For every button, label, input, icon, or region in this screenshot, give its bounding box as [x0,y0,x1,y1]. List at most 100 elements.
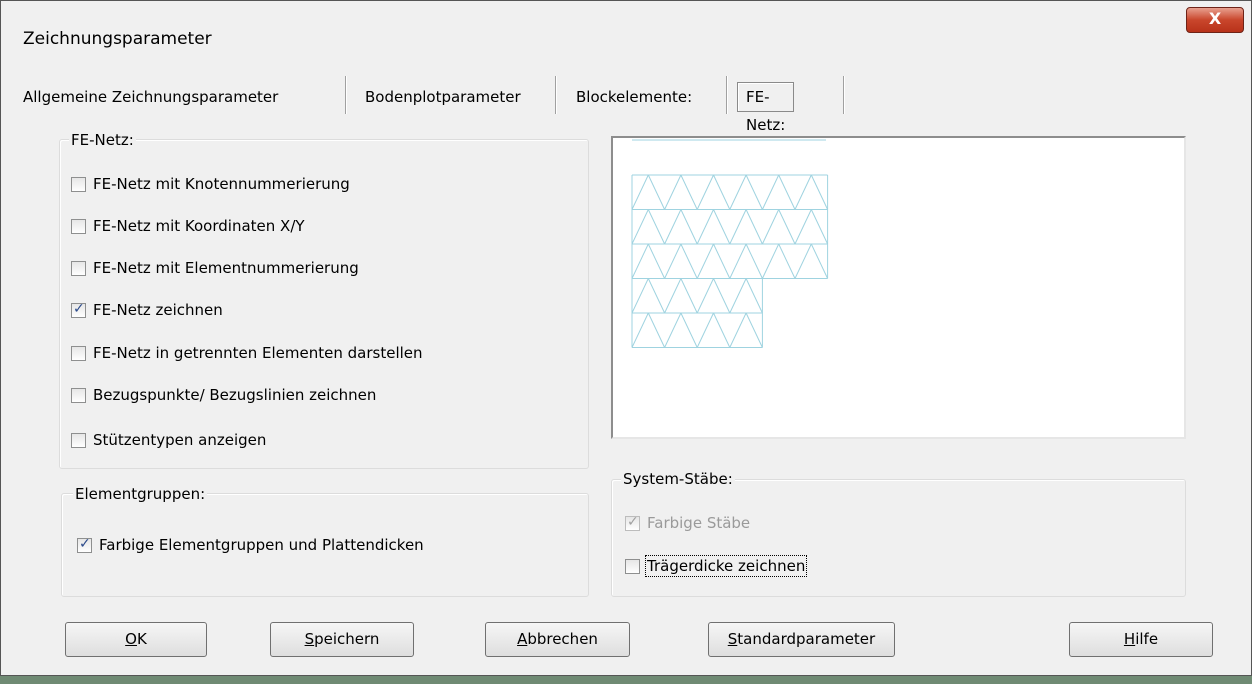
tab-allgemeine-zeichnungsparameter[interactable]: Allgemeine Zeichnungsparameter [23,88,278,106]
title-bar: Zeichnungsparameter X [1,1,1251,73]
option-stuetzentypen[interactable]: Stützentypen anzeigen [71,431,266,449]
mesh-line [664,209,682,245]
mesh-line [664,312,682,348]
mesh-line [729,278,747,314]
mesh-line [713,174,731,210]
mesh-line [810,174,829,210]
mesh-line [713,243,731,279]
system-staebe-group [611,479,1186,597]
mesh-line [778,174,796,210]
mesh-line [647,312,666,348]
tab-fe-netz[interactable]: FE-Netz: [737,82,795,134]
speichern-button[interactable]: Speichern [270,622,414,657]
button-label: bbrechen [527,630,598,648]
tab-separator [555,76,557,114]
checkbox[interactable] [71,218,86,234]
tab-separator [345,76,347,114]
option-elementnummerierung[interactable]: FE-Netz mit Elementnummerierung [71,259,359,277]
option-knotennummerierung[interactable]: FE-Netz mit Knotennummerierung [71,175,350,193]
mnemonic: S [304,630,315,648]
mesh-line [631,209,649,245]
mesh-line [778,209,796,245]
checkbox[interactable] [71,176,86,192]
ok-button[interactable]: OK [65,622,207,657]
abbrechen-button[interactable]: Abbrechen [485,622,630,657]
tab-blockelemente[interactable]: Blockelemente: [576,88,692,106]
checkbox[interactable] [71,432,86,448]
checkbox-checked-disabled [625,514,640,531]
option-fe-netz-zeichnen[interactable]: FE-Netz zeichnen [71,301,223,319]
mesh-line [745,243,763,279]
mesh-line [794,209,812,245]
mesh-line [794,243,812,279]
mesh-line [631,243,649,279]
window-title: Zeichnungsparameter [23,29,212,49]
mesh-line [729,174,747,210]
tab-separator [726,76,728,114]
option-koordinaten[interactable]: FE-Netz mit Koordinaten X/Y [71,217,305,235]
button-label: K [136,630,147,648]
mesh-line [696,174,714,210]
tab-separator [843,76,845,114]
checkbox-checked[interactable] [77,536,92,553]
option-label: Stützentypen anzeigen [93,431,267,449]
mesh-preview [611,136,1186,439]
mesh-line [680,312,698,348]
option-farbige-staebe: Farbige Stäbe [625,514,750,532]
mesh-line [745,278,763,314]
button-label: peichern [314,630,380,648]
option-farbige-elementgruppen[interactable]: Farbige Elementgruppen und Plattendicken [77,536,424,554]
checkbox[interactable] [625,558,640,574]
button-label: ilfe [1135,630,1159,648]
option-getrennte-elemente[interactable]: FE-Netz in getrennten Elementen darstell… [71,344,423,362]
mesh-line [729,209,747,245]
mesh-line [713,209,731,245]
option-label: FE-Netz mit Elementnummerierung [93,259,359,277]
elementgruppen-group-label: Elementgruppen: [73,485,208,503]
mesh-line [729,312,747,348]
mesh-line [713,278,731,314]
mesh-line [745,174,763,210]
mesh-line [631,278,649,314]
option-bezugspunkte[interactable]: Bezugspunkte/ Bezugslinien zeichnen [71,386,376,404]
checkbox[interactable] [71,260,86,276]
option-label: FE-Netz mit Knotennummerierung [93,175,350,193]
mesh-line [631,174,649,210]
button-label: tandardparameter [737,630,876,648]
mesh-line [745,209,763,245]
option-label: FE-Netz in getrennten Elementen darstell… [93,344,423,362]
close-button[interactable]: X [1186,7,1244,33]
option-label: Farbige Elementgruppen und Plattendicken [99,536,424,554]
option-label: FE-Netz mit Koordinaten X/Y [93,217,305,235]
option-label: Trägerdicke zeichnen [644,555,808,577]
hilfe-button[interactable]: Hilfe [1069,622,1213,657]
mesh-line [761,174,780,210]
mesh-line [664,174,682,210]
mnemonic: S [727,630,738,648]
mesh-line [680,243,698,279]
checkbox[interactable] [71,387,86,403]
mesh-line [647,174,666,210]
mesh-line [647,278,666,314]
fe-mesh-drawing [631,139,829,348]
mesh-line [761,243,780,279]
mesh-line [810,209,829,245]
mesh-line [713,312,731,348]
mesh-line [680,174,698,210]
mesh-line [794,174,812,210]
mesh-line [696,209,714,245]
mesh-line [631,312,649,348]
tab-bodenplotparameter[interactable]: Bodenplotparameter [365,88,521,106]
mesh-line [810,243,829,279]
mesh-line [778,243,796,279]
option-label: Bezugspunkte/ Bezugslinien zeichnen [93,386,377,404]
mnemonic: O [125,630,137,648]
checkbox[interactable] [71,345,86,361]
mesh-line [664,243,682,279]
option-traegerdicke[interactable]: Trägerdicke zeichnen [625,555,808,577]
fe-netz-group-label: FE-Netz: [69,131,136,149]
standardparameter-button[interactable]: Standardparameter [708,622,895,657]
mesh-line [761,209,780,245]
mesh-line [729,243,747,279]
checkbox-checked[interactable] [71,301,86,318]
